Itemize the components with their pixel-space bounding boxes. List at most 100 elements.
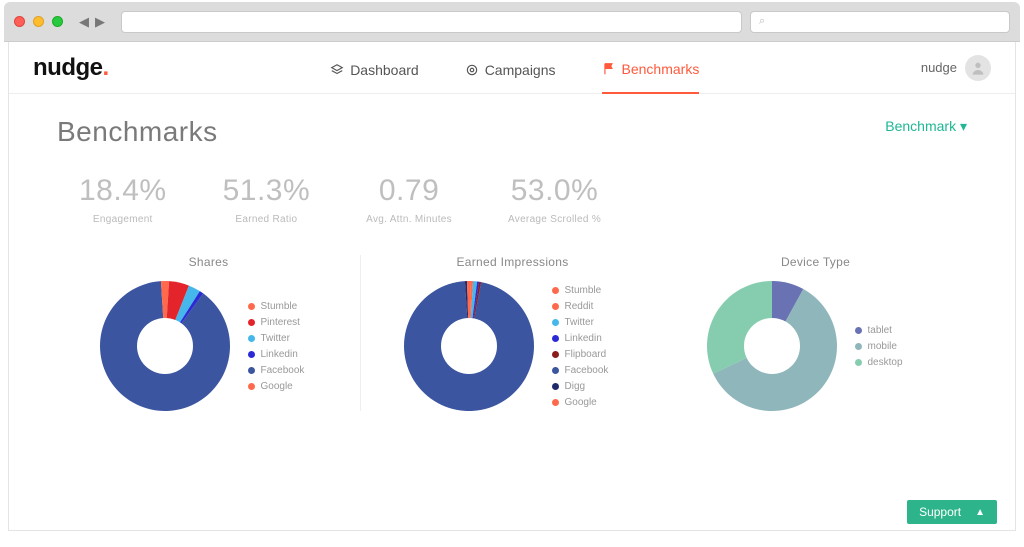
legend-swatch bbox=[552, 303, 559, 310]
legend-label: Stumble bbox=[261, 301, 298, 312]
user-menu[interactable]: nudge bbox=[921, 55, 991, 81]
target-icon bbox=[465, 63, 479, 77]
legend-item: tablet bbox=[855, 325, 925, 336]
legend-item: Google bbox=[248, 381, 318, 392]
legend-item: Reddit bbox=[552, 301, 622, 312]
legend-item: Stumble bbox=[552, 285, 622, 296]
flag-icon bbox=[602, 62, 616, 76]
browser-search[interactable]: ⌕ bbox=[750, 11, 1010, 33]
nav-label: Campaigns bbox=[485, 62, 556, 78]
legend-label: Reddit bbox=[565, 301, 594, 312]
legend-item: Linkedin bbox=[248, 349, 318, 360]
metrics-row: 18.4% Engagement 51.3% Earned Ratio 0.79… bbox=[57, 174, 967, 225]
logo[interactable]: nudge. bbox=[33, 54, 109, 82]
legend-swatch bbox=[552, 319, 559, 326]
window-max-dot[interactable] bbox=[52, 16, 63, 27]
nav-label: Dashboard bbox=[350, 62, 419, 78]
charts-row: Shares Stumble Pinterest Twitter Linkedin Fa… bbox=[57, 255, 967, 411]
chart-earned: Earned Impressions Stumble Reddit Twitter L… bbox=[360, 255, 664, 411]
legend-swatch bbox=[552, 399, 559, 406]
legend-item: Flipboard bbox=[552, 349, 622, 360]
window-close-dot[interactable] bbox=[14, 16, 25, 27]
nav-dashboard[interactable]: Dashboard bbox=[330, 42, 419, 94]
legend-label: Linkedin bbox=[565, 333, 602, 344]
chevron-down-icon: ▾ bbox=[960, 118, 967, 134]
chevron-up-icon: ▲ bbox=[975, 507, 985, 518]
legend-label: Facebook bbox=[565, 365, 609, 376]
metric-scrolled: 53.0% Average Scrolled % bbox=[508, 174, 601, 225]
nav-forward-icon[interactable]: ▶ bbox=[93, 14, 107, 30]
nav-campaigns[interactable]: Campaigns bbox=[465, 42, 556, 94]
user-label: nudge bbox=[921, 60, 957, 75]
legend-label: Flipboard bbox=[565, 349, 607, 360]
legend-swatch bbox=[855, 359, 862, 366]
legend-item: Digg bbox=[552, 381, 622, 392]
dropdown-label: Benchmark bbox=[885, 118, 956, 134]
legend-item: Facebook bbox=[248, 365, 318, 376]
browser-chrome: ◀ ▶ ⌕ bbox=[4, 2, 1020, 42]
topbar: nudge. Dashboard Campaigns Benchmarks bbox=[9, 42, 1015, 94]
legend-swatch bbox=[855, 343, 862, 350]
page-title: Benchmarks bbox=[57, 116, 967, 148]
page-content: Benchmarks Benchmark ▾ 18.4% Engagement … bbox=[9, 94, 1015, 530]
legend-label: Stumble bbox=[565, 285, 602, 296]
legend-device: tablet mobile desktop bbox=[855, 325, 925, 368]
legend-label: Linkedin bbox=[261, 349, 298, 360]
window-min-dot[interactable] bbox=[33, 16, 44, 27]
legend-label: Facebook bbox=[261, 365, 305, 376]
legend-shares: Stumble Pinterest Twitter Linkedin Facebook G… bbox=[248, 301, 318, 392]
legend-item: Twitter bbox=[552, 317, 622, 328]
legend-swatch bbox=[248, 351, 255, 358]
legend-label: Twitter bbox=[565, 317, 594, 328]
chart-shares: Shares Stumble Pinterest Twitter Linkedin Fa… bbox=[57, 255, 360, 411]
chart-title: Device Type bbox=[781, 255, 850, 269]
logo-text: nudge bbox=[33, 54, 103, 81]
metric-label: Engagement bbox=[79, 214, 167, 225]
legend-swatch bbox=[855, 327, 862, 334]
chart-title: Shares bbox=[189, 255, 229, 269]
metric-value: 53.0% bbox=[508, 174, 601, 208]
legend-swatch bbox=[552, 351, 559, 358]
legend-swatch bbox=[552, 383, 559, 390]
metric-label: Average Scrolled % bbox=[508, 214, 601, 225]
metric-label: Earned Ratio bbox=[223, 214, 311, 225]
legend-earned: Stumble Reddit Twitter Linkedin Flipboard Fac… bbox=[552, 285, 622, 408]
legend-label: Twitter bbox=[261, 333, 290, 344]
nav-benchmarks[interactable]: Benchmarks bbox=[602, 42, 700, 94]
metric-engagement: 18.4% Engagement bbox=[79, 174, 167, 225]
legend-label: Google bbox=[261, 381, 293, 392]
legend-label: tablet bbox=[868, 325, 892, 336]
metric-value: 0.79 bbox=[366, 174, 452, 208]
avatar bbox=[965, 55, 991, 81]
legend-item: desktop bbox=[855, 357, 925, 368]
legend-label: desktop bbox=[868, 357, 903, 368]
legend-swatch bbox=[248, 303, 255, 310]
legend-label: Google bbox=[565, 397, 597, 408]
top-nav: Dashboard Campaigns Benchmarks bbox=[109, 42, 921, 94]
donut-earned bbox=[404, 281, 534, 411]
chart-title: Earned Impressions bbox=[456, 255, 568, 269]
url-bar[interactable] bbox=[121, 11, 742, 33]
legend-swatch bbox=[248, 319, 255, 326]
legend-item: Google bbox=[552, 397, 622, 408]
legend-label: Pinterest bbox=[261, 317, 300, 328]
layers-icon bbox=[330, 63, 344, 77]
legend-item: Linkedin bbox=[552, 333, 622, 344]
search-icon: ⌕ bbox=[759, 15, 765, 28]
benchmark-dropdown[interactable]: Benchmark ▾ bbox=[885, 118, 967, 135]
legend-swatch bbox=[248, 335, 255, 342]
legend-swatch bbox=[552, 367, 559, 374]
metric-value: 51.3% bbox=[223, 174, 311, 208]
legend-item: Pinterest bbox=[248, 317, 318, 328]
legend-swatch bbox=[552, 287, 559, 294]
chart-device: Device Type tablet mobile desktop bbox=[664, 255, 967, 411]
legend-swatch bbox=[552, 335, 559, 342]
nav-back-icon[interactable]: ◀ bbox=[77, 14, 91, 30]
support-label: Support bbox=[919, 505, 961, 519]
legend-label: mobile bbox=[868, 341, 897, 352]
app-frame: nudge. Dashboard Campaigns Benchmarks bbox=[8, 42, 1016, 531]
metric-label: Avg. Attn. Minutes bbox=[366, 214, 452, 225]
legend-swatch bbox=[248, 367, 255, 374]
support-button[interactable]: Support ▲ bbox=[907, 500, 997, 524]
legend-item: Facebook bbox=[552, 365, 622, 376]
